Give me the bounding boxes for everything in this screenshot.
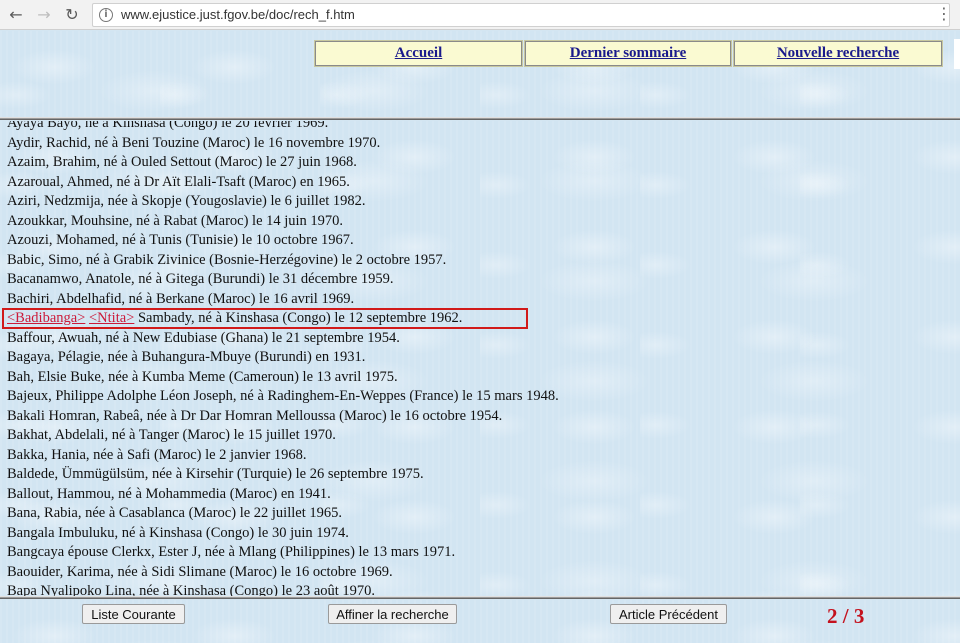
list-item: Bah, Elsie Buke, née à Kumba Meme (Camer… — [7, 368, 398, 385]
list-item: Bakali Homran, Rabeâ, née à Dr Dar Homra… — [7, 407, 503, 424]
highlight-box — [2, 308, 528, 329]
affiner-recherche-button[interactable]: Affiner la recherche — [328, 604, 457, 624]
back-arrow-icon[interactable]: ← — [4, 3, 28, 27]
frame-divider-bottom[interactable] — [0, 596, 960, 599]
browser-menu-icon[interactable]: ⋮ — [936, 4, 952, 23]
list-item: Aziri, Nedzmija, née à Skopje (Yougoslav… — [7, 193, 366, 209]
list-item: Bajeux, Philippe Adolphe Léon Joseph, né… — [7, 388, 559, 404]
list-item: Bangala Imbuluku, né à Kinshasa (Congo) … — [7, 524, 349, 541]
list-item: Bacanamwo, Anatole, né à Gitega (Burundi… — [7, 271, 394, 287]
list-item: Bangcaya épouse Clerkx, Ester J, née à M… — [7, 544, 456, 560]
nav-link-nouvelle-recherche[interactable]: Nouvelle recherche — [733, 40, 943, 67]
list-item: Babic, Simo, né à Grabik Zivinice (Bosni… — [7, 251, 447, 268]
url-text: www.ejustice.just.fgov.be/doc/rech_f.htm — [121, 7, 355, 22]
list-item: Bakka, Hania, née à Safi (Maroc) le 2 ja… — [7, 446, 307, 463]
nav-link-dernier-sommaire[interactable]: Dernier sommaire — [524, 40, 732, 67]
liste-courante-button[interactable]: Liste Courante — [82, 604, 185, 624]
reload-icon[interactable]: ↻ — [60, 3, 84, 27]
results-frame[interactable]: Ayaya Bayo, né à Kinshasa (Congo) le 20 … — [0, 121, 960, 597]
nav-link-accueil[interactable]: Accueil — [314, 40, 523, 67]
list-item: Azouzi, Mohamed, né à Tunis (Tunisie) le… — [7, 232, 354, 248]
bottom-frame: Liste Courante Affiner la recherche Arti… — [0, 600, 960, 643]
list-item: Bachiri, Abdelhafid, né à Berkane (Maroc… — [7, 290, 355, 307]
list-item: Azoukkar, Mouhsine, né à Rabat (Maroc) l… — [7, 212, 344, 229]
highlighted-list-item: <Badibanga> <Ntita> Sambady, né à Kinsha… — [2, 308, 559, 329]
info-icon[interactable]: i — [99, 7, 113, 22]
list-item: Baffour, Awuah, né à New Edubiase (Ghana… — [7, 329, 400, 346]
list-item: Bagaya, Pélagie, née à Buhangura-Mbuye (… — [7, 349, 366, 365]
results-list: Ayaya Bayo, né à Kinshasa (Congo) le 20 … — [2, 121, 559, 597]
frame-edge — [954, 39, 960, 69]
list-item: Azaroual, Ahmed, né à Dr Aït Elali-Tsaft… — [7, 173, 350, 190]
list-item: Aydir, Rachid, né à Beni Touzine (Maroc)… — [7, 134, 381, 151]
list-item: Azaim, Brahim, né à Ouled Settout (Maroc… — [7, 154, 357, 170]
list-item: Ballout, Hammou, né à Mohammedia (Maroc)… — [7, 485, 331, 502]
page-indicator: 2 / 3 — [827, 604, 865, 628]
list-item: Baldede, Ümmügülsüm, née à Kirsehir (Tur… — [7, 466, 424, 482]
nav-table: Accueil Dernier sommaire Nouvelle recher… — [314, 40, 943, 67]
browser-toolbar: ← → ↻ i www.ejustice.just.fgov.be/doc/re… — [0, 0, 960, 30]
list-item: Baouider, Karima, née à Sidi Slimane (Ma… — [7, 563, 393, 580]
list-item: Bapa Nyalipoko Lina, née à Kinshasa (Con… — [7, 583, 376, 597]
frame-divider-top[interactable] — [0, 117, 960, 120]
top-frame: Accueil Dernier sommaire Nouvelle recher… — [0, 31, 960, 117]
list-item: Ayaya Bayo, né à Kinshasa (Congo) le 20 … — [7, 121, 329, 131]
address-bar[interactable]: i www.ejustice.just.fgov.be/doc/rech_f.h… — [92, 2, 950, 27]
list-item: Bana, Rabia, née à Casablanca (Maroc) le… — [7, 505, 342, 521]
forward-arrow-icon[interactable]: → — [32, 3, 56, 27]
list-item: Bakhat, Abdelali, né à Tanger (Maroc) le… — [7, 427, 336, 443]
article-precedent-button[interactable]: Article Précédent — [610, 604, 727, 624]
